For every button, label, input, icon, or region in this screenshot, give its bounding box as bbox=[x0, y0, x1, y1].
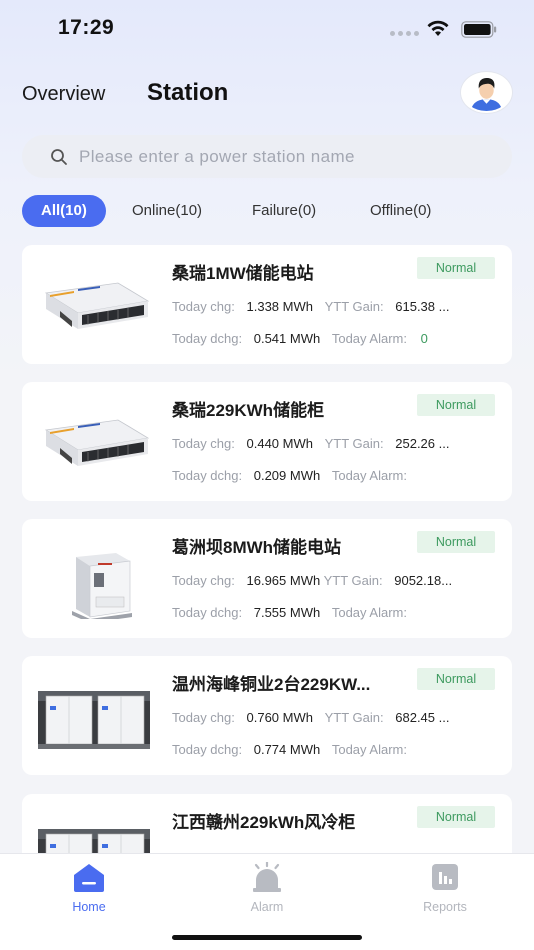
search-input[interactable]: Please enter a power station name bbox=[79, 147, 355, 167]
status-badge: Normal bbox=[417, 531, 495, 553]
search-bar[interactable]: Please enter a power station name bbox=[22, 135, 512, 178]
status-badge: Normal bbox=[417, 257, 495, 279]
today-alarm-label: Today Alarm: bbox=[331, 605, 407, 620]
avatar-icon bbox=[463, 74, 510, 111]
ytt-gain-value: 682.45 ... bbox=[395, 710, 450, 725]
today-dchg-label: Today dchg: bbox=[172, 331, 243, 346]
tab-reports-label: Reports bbox=[423, 900, 467, 914]
battery-icon bbox=[461, 21, 497, 38]
home-indicator bbox=[172, 935, 362, 940]
alarm-icon bbox=[253, 860, 281, 892]
tab-station[interactable]: Station bbox=[147, 79, 228, 107]
today-chg-label: Today chg: bbox=[172, 573, 235, 588]
station-card[interactable]: 桑瑞1MW储能电站 Normal Today chg: 1.338 MWh YT… bbox=[22, 245, 512, 364]
filter-all[interactable]: All(10) bbox=[22, 195, 106, 227]
today-chg-label: Today chg: bbox=[172, 710, 235, 725]
wifi-icon bbox=[427, 20, 449, 36]
today-dchg-label: Today dchg: bbox=[172, 742, 243, 757]
station-thumbnail bbox=[45, 282, 149, 330]
status-badge: Normal bbox=[417, 668, 495, 690]
station-thumbnail bbox=[38, 690, 150, 750]
home-icon bbox=[74, 864, 104, 892]
cellular-signal-icon bbox=[390, 31, 419, 36]
station-name: 桑瑞1MW储能电站 bbox=[172, 264, 314, 283]
status-badge: Normal bbox=[417, 806, 495, 828]
filter-online[interactable]: Online(10) bbox=[132, 195, 202, 227]
tab-alarm[interactable]: Alarm bbox=[222, 860, 312, 914]
today-chg-value: 0.760 MWh bbox=[246, 710, 313, 725]
filter-chips: All(10) Online(10) Failure(0) Offline(0) bbox=[0, 195, 534, 227]
tab-alarm-label: Alarm bbox=[250, 900, 284, 914]
today-chg-value: 16.965 MWh bbox=[246, 573, 321, 588]
station-thumbnail bbox=[45, 419, 149, 467]
today-dchg-value: 0.541 MWh bbox=[253, 331, 321, 346]
today-dchg-value: 0.209 MWh bbox=[253, 468, 321, 483]
today-alarm-label: Today Alarm: bbox=[331, 468, 407, 483]
station-card[interactable]: 江西赣州229kWh风冷柜 Normal bbox=[22, 794, 512, 853]
ytt-gain-value: 615.38 ... bbox=[395, 299, 450, 314]
today-alarm-label: Today Alarm: bbox=[331, 331, 407, 346]
today-alarm-value: 0 bbox=[420, 331, 428, 346]
ytt-gain-value: 252.26 ... bbox=[395, 436, 450, 451]
today-dchg-label: Today dchg: bbox=[172, 605, 243, 620]
reports-icon bbox=[432, 864, 458, 890]
today-chg-value: 0.440 MWh bbox=[246, 436, 313, 451]
today-chg-label: Today chg: bbox=[172, 299, 235, 314]
ytt-gain-value: 9052.18... bbox=[394, 573, 453, 588]
header: Overview Station bbox=[0, 72, 534, 116]
today-chg-label: Today chg: bbox=[172, 436, 235, 451]
tab-overview[interactable]: Overview bbox=[22, 83, 105, 106]
user-avatar[interactable] bbox=[461, 72, 512, 113]
today-alarm-label: Today Alarm: bbox=[331, 742, 407, 757]
status-badge: Normal bbox=[417, 394, 495, 416]
today-chg-value: 1.338 MWh bbox=[246, 299, 313, 314]
tab-home-label: Home bbox=[72, 900, 106, 914]
station-name: 江西赣州229kWh风冷柜 bbox=[172, 813, 356, 832]
tab-home[interactable]: Home bbox=[44, 862, 134, 914]
station-thumbnail bbox=[71, 552, 133, 619]
today-dchg-value: 0.774 MWh bbox=[253, 742, 321, 757]
station-thumbnail bbox=[38, 828, 150, 853]
status-bar: 17:29 bbox=[0, 0, 534, 58]
station-card[interactable]: 葛洲坝8MWh储能电站 Normal Today chg: 16.965 MWh… bbox=[22, 519, 512, 638]
station-card[interactable]: 桑瑞229KWh储能柜 Normal Today chg: 0.440 MWh … bbox=[22, 382, 512, 501]
ytt-gain-label: YTT Gain: bbox=[324, 436, 384, 451]
today-dchg-value: 7.555 MWh bbox=[253, 605, 321, 620]
search-icon bbox=[51, 148, 67, 165]
station-card[interactable]: 温州海峰铜业2台229KW... Normal Today chg: 0.760… bbox=[22, 656, 512, 775]
ytt-gain-label: YTT Gain: bbox=[324, 299, 384, 314]
ytt-gain-label: YTT Gain: bbox=[323, 573, 383, 588]
status-time: 17:29 bbox=[58, 16, 115, 39]
filter-failure[interactable]: Failure(0) bbox=[252, 195, 316, 227]
station-name: 温州海峰铜业2台229KW... bbox=[172, 675, 371, 694]
today-dchg-label: Today dchg: bbox=[172, 468, 243, 483]
station-name: 桑瑞229KWh储能柜 bbox=[172, 401, 325, 420]
station-name: 葛洲坝8MWh储能电站 bbox=[172, 538, 342, 557]
tab-reports[interactable]: Reports bbox=[400, 862, 490, 914]
ytt-gain-label: YTT Gain: bbox=[324, 710, 384, 725]
filter-offline[interactable]: Offline(0) bbox=[370, 195, 431, 227]
